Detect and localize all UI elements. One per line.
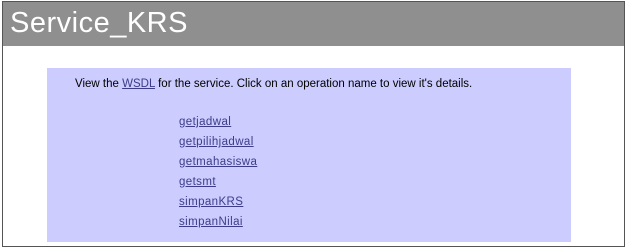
page-header: Service_KRS: [3, 2, 624, 46]
list-item: getjadwal: [179, 115, 257, 135]
list-item: simpanKRS: [179, 195, 257, 215]
list-item: getmahasiswa: [179, 155, 257, 175]
operation-link-simpannilai[interactable]: simpanNilai: [179, 216, 243, 228]
list-item: getpilihjadwal: [179, 135, 257, 155]
page-frame: Service_KRS View the WSDL for the servic…: [2, 1, 625, 247]
operation-link-getjadwal[interactable]: getjadwal: [179, 116, 231, 128]
list-item: simpanNilai: [179, 215, 257, 235]
intro-prefix: View the: [75, 78, 123, 90]
operation-link-getpilihjadwal[interactable]: getpilihjadwal: [179, 136, 254, 148]
page-title: Service_KRS: [10, 7, 188, 39]
list-item: getsmt: [179, 175, 257, 195]
operation-link-getmahasiswa[interactable]: getmahasiswa: [179, 156, 257, 168]
operation-link-simpankrs[interactable]: simpanKRS: [179, 196, 243, 208]
service-panel: View the WSDL for the service. Click on …: [47, 68, 571, 242]
intro-text: View the WSDL for the service. Click on …: [75, 78, 545, 90]
intro-suffix: for the service. Click on an operation n…: [154, 78, 473, 90]
operations-list: getjadwal getpilihjadwal getmahasiswa ge…: [179, 115, 257, 235]
wsdl-link[interactable]: WSDL: [122, 78, 155, 90]
operation-link-getsmt[interactable]: getsmt: [179, 176, 216, 188]
